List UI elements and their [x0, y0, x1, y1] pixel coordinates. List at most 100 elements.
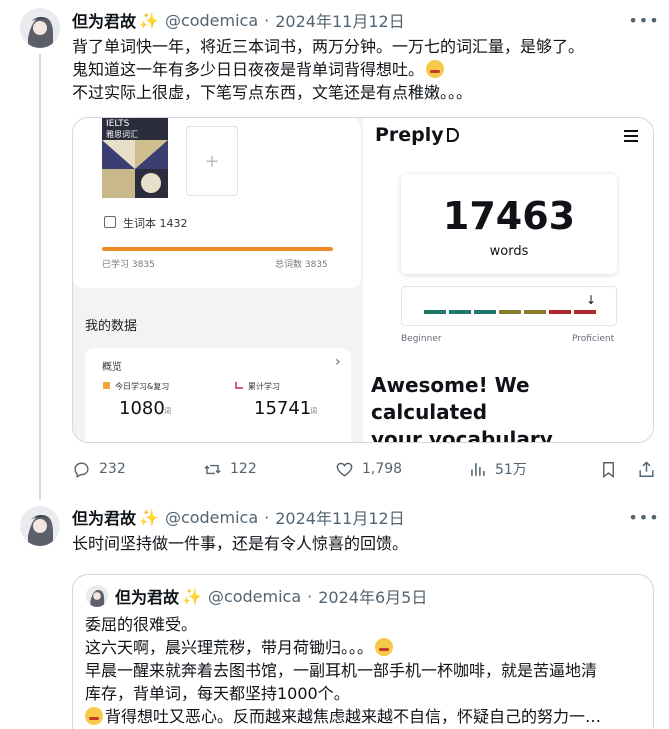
tweet-header: 但为君故 ✨ @codemica · 2024年11月12日 [72, 505, 405, 529]
tweet-1[interactable]: 但为君故 ✨ @codemica · 2024年11月12日 ••• 背了单词快… [0, 0, 669, 500]
separator-dot: · [264, 507, 270, 527]
tweet-text-line-1: 背了单词快一年，将近三本词书，两万分钟。一万七的词汇量，是够了。 [72, 37, 585, 56]
sad-face-emoji-icon [375, 638, 394, 656]
view-count: 51万 [495, 462, 527, 478]
quoted-tweet-date: 2024年6月5日 [318, 588, 428, 607]
result-headline-line-1: Awesome! We calculated [371, 373, 530, 424]
thread-line [39, 54, 41, 500]
retweet-icon [204, 464, 221, 474]
reply-icon [74, 461, 89, 478]
quoted-tweet[interactable]: 但为君故 ✨ @codemica · 2024年6月5日 委屈的很难受。 这六天… [72, 574, 654, 729]
heart-icon [336, 462, 353, 477]
sparkle-icon: ✨ [182, 586, 202, 606]
result-headline-line-2: your vocabulary [371, 427, 553, 443]
level-segment [549, 310, 571, 314]
more-icon[interactable]: ••• [628, 10, 658, 30]
vocab-book-checkbox[interactable] [104, 216, 116, 228]
book-title: IELTS [106, 119, 130, 129]
preply-mark-icon [446, 128, 459, 142]
quoted-text-line-2-wrap: 这六天啊，晨兴理荒秽，带月荷锄归。。。 [85, 636, 394, 659]
vocab-result-card: 17463 words [401, 174, 617, 274]
learning-progress-bar [102, 247, 333, 251]
author-name[interactable]: 但为君故 [72, 505, 136, 529]
book-stat-icon [103, 382, 110, 389]
total-count: 总词数 3835 [275, 260, 328, 270]
chevron-right-icon[interactable]: › [335, 354, 341, 370]
cumulative-value: 15741 [254, 398, 312, 419]
preply-logo-text: Preply [375, 124, 444, 146]
quoted-author-avatar[interactable] [86, 585, 108, 607]
result-headline: Awesome! We calculated your vocabulary [371, 372, 651, 443]
cumulative-label: 累计学习 [248, 382, 280, 391]
author-avatar[interactable] [20, 8, 60, 48]
my-data-title: 我的数据 [85, 319, 138, 334]
add-book-button[interactable]: + [186, 126, 238, 196]
quoted-author-name: 但为君故 [115, 588, 180, 607]
book-subtitle: 雅思词汇 [106, 130, 138, 139]
level-start-label: Beginner [401, 334, 442, 344]
bookmark-button[interactable] [599, 458, 626, 480]
level-segment [449, 310, 471, 314]
tweet-action-bar: 232 122 1,798 51万 [72, 458, 654, 480]
tweet-date[interactable]: 2024年11月12日 [275, 8, 404, 32]
preply-screenshot-right[interactable]: Preply 17463 words ↓ Beginner Proficient… [363, 118, 653, 443]
views-button[interactable]: 51万 [468, 458, 527, 480]
vocab-unit: words [489, 244, 529, 259]
arrow-down-icon: ↓ [586, 293, 597, 307]
sparkle-icon: ✨ [139, 507, 159, 527]
overview-card[interactable]: 概览 › 今日学习&复习 1080 词 累计学习 15741 词 [85, 348, 351, 442]
author-name[interactable]: 但为君故 [72, 8, 136, 32]
separator-dot: · [307, 586, 313, 606]
vocab-book-label: 生词本 1432 [123, 217, 188, 230]
author-avatar[interactable] [20, 506, 60, 546]
today-label: 今日学习&复习 [115, 382, 170, 391]
tweet-date[interactable]: 2024年11月12日 [275, 505, 404, 529]
chart-stat-icon [235, 382, 243, 389]
quoted-text-line-3: 早晨一醒来就奔着去图书馆，一副耳机一部手机一杯咖啡，就是苦逼地清 [85, 661, 598, 680]
share-icon [639, 460, 654, 477]
quoted-text-line-5-wrap: 背得想吐又恶心。反而越来越焦虑越来越不自信，怀疑自己的努力一… [85, 705, 601, 728]
bookmark-icon [603, 461, 614, 478]
quoted-tweet-header: 但为君故 ✨ @codemica · 2024年6月5日 [115, 585, 428, 608]
vocab-count: 17463 [442, 194, 576, 238]
tweet-text-line-3: 不过实际上很虚，下笔写点东西，文笔还是有点稚嫩。。。 [72, 83, 473, 102]
menu-icon[interactable] [624, 130, 638, 145]
retweet-button[interactable]: 122 [203, 458, 257, 480]
more-icon[interactable]: ••• [628, 507, 658, 527]
today-unit: 词 [164, 407, 171, 415]
level-segment [574, 310, 596, 314]
like-button[interactable]: 1,798 [335, 458, 402, 480]
book-cover[interactable]: IELTS 雅思词汇 [102, 118, 168, 198]
sad-face-emoji-icon [85, 707, 103, 725]
tweet-text-line-2: 鬼知道这一年有多少日日夜夜是背单词背得想吐。 [72, 60, 425, 79]
reply-button[interactable]: 232 [72, 458, 126, 480]
level-scale: ↓ [401, 286, 617, 326]
tweet-text-line-2-wrap: 鬼知道这一年有多少日日夜夜是背单词背得想吐。 [72, 58, 445, 81]
retweet-count: 122 [230, 461, 257, 477]
quoted-author-handle: @codemica [207, 586, 302, 606]
quoted-text-line-5: 背得想吐又恶心。反而越来越焦虑越来越不自信，怀疑自己的努力一… [105, 707, 602, 726]
level-segment [499, 310, 521, 314]
quoted-text-line-4: 库存，背单词，每天都坚持1000个。 [85, 684, 350, 703]
author-handle[interactable]: @codemica [165, 508, 258, 527]
overview-label: 概览 [102, 362, 122, 373]
level-segment [474, 310, 496, 314]
preply-logo: Preply [375, 124, 459, 146]
level-end-label: Proficient [572, 334, 615, 344]
quoted-text-line-2: 这六天啊，晨兴理荒秽，带月荷锄归。。。 [85, 638, 374, 657]
tweet-media[interactable]: IELTS 雅思词汇 + 生词本 1432 已学习 3835 总词数 3835 … [72, 117, 654, 443]
learned-count: 已学习 3835 [102, 260, 155, 270]
share-button[interactable] [637, 458, 664, 480]
tweet-header: 但为君故 ✨ @codemica · 2024年11月12日 [72, 8, 405, 32]
reply-count: 232 [99, 461, 126, 477]
sparkle-icon: ✨ [139, 10, 159, 30]
level-segment [424, 310, 446, 314]
author-handle[interactable]: @codemica [165, 11, 258, 30]
views-chart-icon [471, 462, 485, 476]
quoted-text-line-1: 委屈的很难受。 [85, 615, 198, 634]
angry-face-emoji-icon [426, 60, 445, 78]
app-screenshot-left[interactable]: IELTS 雅思词汇 + 生词本 1432 已学习 3835 总词数 3835 … [73, 118, 361, 442]
plus-icon: + [204, 150, 220, 172]
like-count: 1,798 [362, 461, 403, 477]
cumulative-unit: 词 [310, 407, 317, 415]
